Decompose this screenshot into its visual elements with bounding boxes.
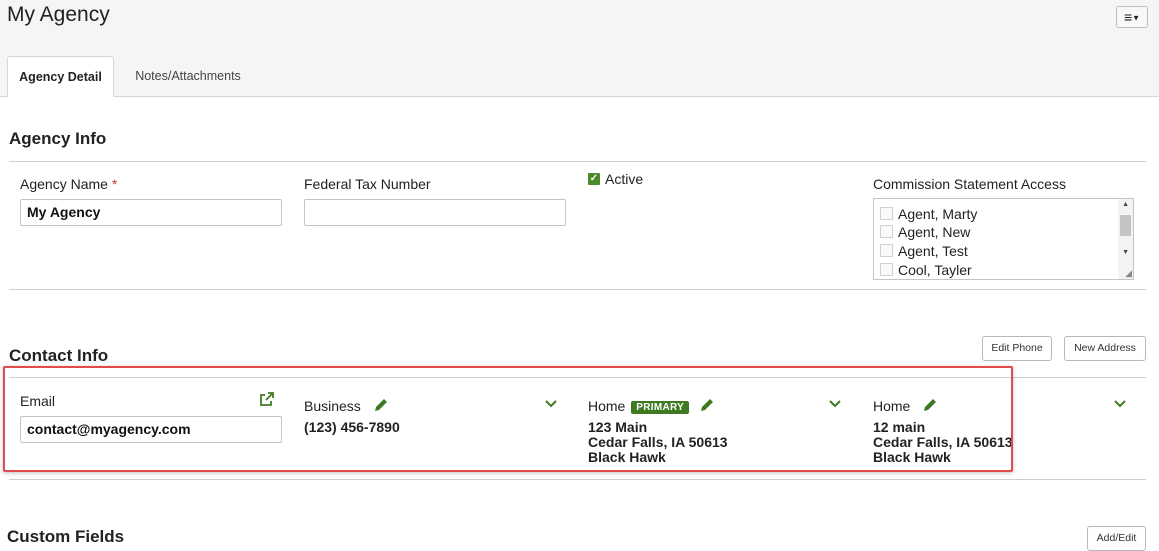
page-menu-button[interactable]: ≡▼ <box>1116 6 1148 28</box>
commission-item[interactable]: Cool, Tayler <box>880 261 972 279</box>
required-mark: * <box>111 176 118 192</box>
checkbox[interactable] <box>880 244 893 257</box>
commission-item-label: Agent, New <box>898 224 971 240</box>
tab-agency-detail[interactable]: Agency Detail <box>7 56 114 97</box>
commission-access-label: Commission Statement Access <box>873 176 1066 192</box>
custom-fields-title: Custom Fields <box>7 527 125 546</box>
commission-item[interactable]: Agent, New <box>880 223 970 241</box>
edit-phone-button[interactable]: Edit Phone <box>982 336 1052 361</box>
active-label: Active <box>605 171 644 187</box>
commission-item-label: Agent, Marty <box>898 206 978 222</box>
caret-down-icon: ▼ <box>1132 13 1141 23</box>
commission-item-label: Cool, Tayler <box>898 262 972 278</box>
federal-tax-input[interactable] <box>304 199 566 226</box>
checkbox[interactable] <box>880 263 893 276</box>
agency-name-input[interactable]: My Agency <box>20 199 282 226</box>
federal-tax-label: Federal Tax Number <box>304 176 431 192</box>
commission-access-list[interactable]: Agent, Marty Agent, New Agent, Test Cool… <box>873 198 1134 280</box>
agency-info-bottom-divider <box>9 289 1146 290</box>
highlight-box <box>3 366 1013 472</box>
commission-item[interactable]: Agent, Marty <box>880 205 977 223</box>
add-edit-button[interactable]: Add/Edit <box>1087 526 1146 551</box>
hamburger-menu-icon: ≡ <box>1123 9 1133 25</box>
new-address-button[interactable]: New Address <box>1064 336 1146 361</box>
tab-notes-attachments[interactable]: Notes/Attachments <box>122 56 254 96</box>
active-checkbox[interactable]: ✓ <box>588 173 600 185</box>
list-scrollbar[interactable]: ▲ ▼ <box>1118 199 1133 279</box>
agency-name-label: Agency Name * <box>20 176 117 192</box>
chevron-down-icon[interactable] <box>1113 399 1127 409</box>
resize-grip-icon[interactable]: ◢ <box>1125 269 1132 278</box>
contact-info-bottom-divider <box>9 479 1146 480</box>
commission-item-label: Agent, Test <box>898 243 968 259</box>
scroll-up-icon[interactable]: ▲ <box>1122 201 1129 208</box>
contact-info-title: Contact Info <box>9 346 109 365</box>
scroll-down-icon[interactable]: ▼ <box>1122 249 1129 256</box>
page-title: My Agency <box>7 3 110 26</box>
agency-info-divider <box>9 161 1146 162</box>
agency-name-label-text: Agency Name <box>20 176 108 192</box>
agency-info-title: Agency Info <box>9 129 107 148</box>
checkbox[interactable] <box>880 225 893 238</box>
scroll-thumb[interactable] <box>1120 215 1131 236</box>
commission-item[interactable]: Agent, Test <box>880 242 968 260</box>
checkbox[interactable] <box>880 207 893 220</box>
